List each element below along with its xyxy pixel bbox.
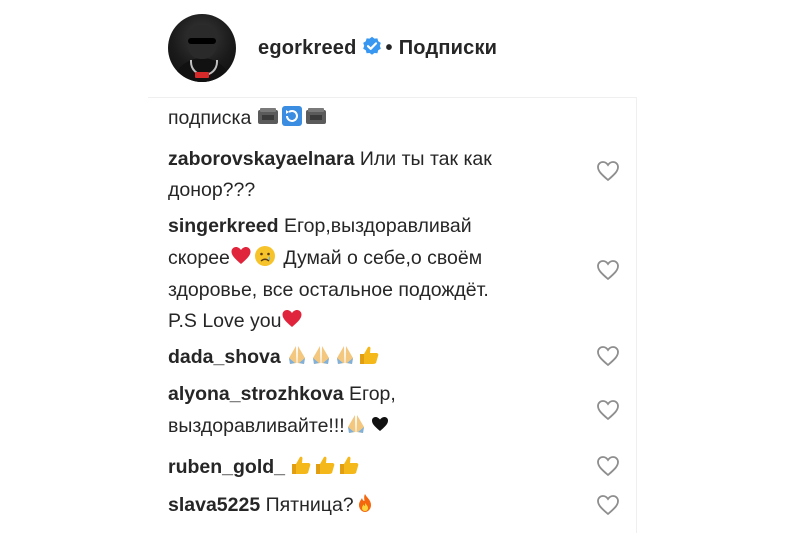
follow-status-button[interactable]: Подписки bbox=[399, 37, 497, 59]
like-heart-icon[interactable] bbox=[596, 455, 620, 477]
panel-border bbox=[636, 97, 637, 533]
comment-text: Думай о себе,о своём bbox=[283, 247, 483, 269]
folded-hands-icon bbox=[313, 346, 330, 364]
comment-text: Пятница? bbox=[265, 494, 354, 516]
arrows-counterclockwise-icon bbox=[281, 106, 302, 126]
comment-text-line: скорее Думай о себе,о своём bbox=[168, 242, 482, 274]
comment-item: dada_shova bbox=[168, 341, 382, 373]
folded-hands-icon bbox=[289, 346, 306, 364]
comment-text-line: донор??? bbox=[168, 179, 256, 201]
folded-hands-icon bbox=[337, 346, 354, 364]
comment-username[interactable]: alyona_strozhkova bbox=[168, 383, 344, 405]
comment-username[interactable]: singerkreed bbox=[168, 215, 279, 237]
thumbs-up-icon bbox=[360, 346, 379, 364]
comment-item: slava5225 Пятница? bbox=[168, 489, 378, 521]
comment-text: подписка bbox=[168, 107, 252, 129]
comment-text-line: здоровье, все остальное подождёт. bbox=[168, 279, 489, 301]
header-user-line: egorkreed • Подписки bbox=[258, 36, 497, 60]
comment-item: ruben_gold_ bbox=[168, 451, 362, 483]
comment-username[interactable]: ruben_gold_ bbox=[168, 456, 285, 478]
comment-item: zaborovskayaelnara Или ты так как bbox=[168, 143, 492, 175]
comment-text: скорее bbox=[168, 247, 230, 269]
pot-of-food-icon bbox=[257, 108, 278, 124]
comment-item: singerkreed Егор,выздоравливай bbox=[168, 210, 472, 242]
like-heart-icon[interactable] bbox=[596, 160, 620, 182]
like-heart-icon[interactable] bbox=[596, 345, 620, 367]
comment-item: подписка bbox=[168, 102, 329, 134]
comment-text: выздоравливайте!!! bbox=[168, 415, 345, 437]
post-header: egorkreed • Подписки bbox=[0, 0, 800, 97]
red-heart-icon bbox=[231, 247, 251, 264]
comment-username[interactable]: zaborovskayaelnara bbox=[168, 148, 354, 170]
comment-text: Егор, bbox=[349, 383, 396, 405]
like-heart-icon[interactable] bbox=[596, 259, 620, 281]
comment-item: alyona_strozhkova Егор, bbox=[168, 378, 396, 410]
header-separator: • bbox=[385, 37, 393, 59]
comment-text: Или ты так как bbox=[359, 148, 492, 170]
thumbs-up-icon bbox=[292, 456, 311, 474]
thumbs-up-icon bbox=[316, 456, 335, 474]
thumbs-up-icon bbox=[340, 456, 359, 474]
comment-username[interactable]: slava5225 bbox=[168, 494, 260, 516]
comment-username[interactable]: dada_shova bbox=[168, 346, 281, 368]
comment-text: P.S Love you bbox=[168, 310, 282, 332]
comment-text: Егор,выздоравливай bbox=[283, 215, 472, 237]
like-heart-icon[interactable] bbox=[596, 494, 620, 516]
header-username[interactable]: egorkreed bbox=[258, 37, 357, 59]
black-heart-icon bbox=[371, 417, 388, 431]
comment-text-line: выздоравливайте!!! bbox=[168, 410, 393, 442]
user-avatar[interactable] bbox=[168, 14, 236, 82]
red-heart-icon bbox=[282, 310, 302, 327]
verified-badge-icon bbox=[362, 36, 381, 55]
header-divider bbox=[148, 97, 636, 98]
fire-icon bbox=[358, 494, 371, 512]
crying-face-icon bbox=[254, 246, 275, 266]
comment-text-line: P.S Love you bbox=[168, 305, 305, 337]
pot-of-food-icon bbox=[305, 108, 326, 124]
folded-hands-icon bbox=[347, 415, 364, 433]
like-heart-icon[interactable] bbox=[596, 399, 620, 421]
